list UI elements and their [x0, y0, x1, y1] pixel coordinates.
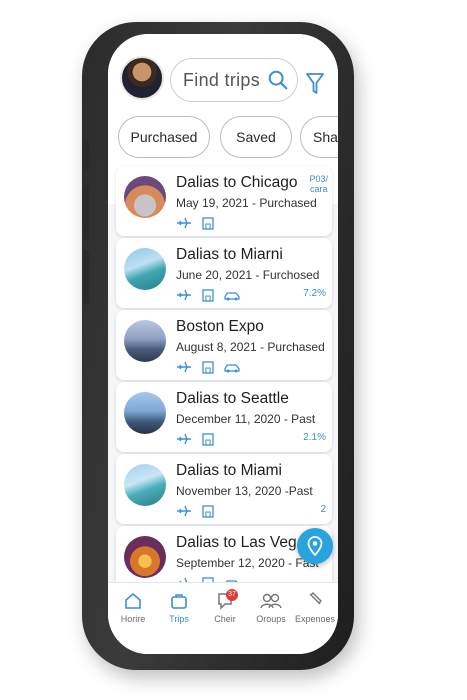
receipt-icon: [309, 592, 322, 605]
location-pin-icon: [307, 536, 323, 556]
phone-side-button: [83, 185, 89, 240]
trip-subtitle: September 12, 2020 - Fast: [176, 556, 319, 570]
flight-icon: [177, 361, 191, 373]
car-icon: [224, 292, 240, 301]
trip-subtitle: December 11, 2020 - Past: [176, 412, 316, 426]
flight-icon: [177, 217, 191, 229]
chat-badge: 37: [226, 589, 238, 601]
suitcase-icon: [171, 594, 187, 609]
trip-note: 2.1%: [303, 432, 326, 443]
hotel-icon: [202, 217, 214, 230]
hotel-icon: [202, 433, 214, 446]
chip-label: Purchased: [130, 129, 198, 145]
nav-label: Cheir: [214, 614, 236, 624]
trip-thumbnail: [124, 536, 166, 578]
chip-label: Saved: [236, 129, 276, 145]
chip-shared[interactable]: Shar: [300, 116, 338, 158]
nav-label: Horire: [120, 614, 146, 624]
chip-purchased[interactable]: Purchased: [118, 116, 210, 158]
groups-icon: [260, 593, 282, 609]
car-icon: [224, 364, 240, 373]
trip-thumbnail: [124, 248, 166, 290]
search-placeholder: Find trips: [183, 70, 261, 90]
trip-title: Dalias to Las Vegas: [176, 534, 314, 551]
nav-home[interactable]: Horire: [110, 591, 156, 624]
search-icon[interactable]: [267, 69, 289, 91]
trip-thumbnail: [124, 464, 166, 506]
map-fab-button[interactable]: [297, 528, 333, 564]
trip-note: P03/ cara: [309, 174, 328, 194]
trip-card[interactable]: Dalias to Seattle December 11, 2020 - Pa…: [116, 382, 332, 452]
hotel-icon: [202, 505, 214, 518]
trip-title: Dalias to Miarni: [176, 246, 283, 263]
hotel-icon: [202, 361, 214, 374]
trip-note: 7.2%: [303, 288, 326, 299]
flight-icon: [177, 433, 191, 445]
nav-label: Oroups: [256, 614, 286, 624]
trip-title: Dalias to Miami: [176, 462, 282, 479]
trip-card[interactable]: Dalias to Miarni June 20, 2021 - Furchos…: [116, 238, 332, 308]
flight-icon: [177, 505, 191, 517]
chip-label: Shar: [313, 129, 338, 145]
trip-title: Dalias to Seattle: [176, 390, 289, 407]
trip-subtitle: November 13, 2020 -Past: [176, 484, 313, 498]
nav-label: Expenoes: [294, 614, 336, 624]
trip-subtitle: May 19, 2021 - Purchased: [176, 196, 317, 210]
app-screen: Find trips Purchased Saved Shar Dalias t…: [108, 34, 338, 654]
nav-trips[interactable]: Trips: [156, 591, 202, 624]
phone-side-button: [83, 250, 89, 305]
trip-subtitle: August 8, 2021 - Purchased: [176, 340, 325, 354]
hotel-icon: [202, 289, 214, 302]
trip-title: Boston Expo: [176, 318, 264, 335]
trip-card[interactable]: Dalias to Chicago May 19, 2021 - Purchas…: [116, 166, 332, 236]
trip-subtitle: June 20, 2021 - Furchosed: [176, 268, 320, 282]
trip-thumbnail: [124, 176, 166, 218]
nav-expenses[interactable]: Expenoes: [292, 591, 338, 624]
trip-thumbnail: [124, 392, 166, 434]
chip-saved[interactable]: Saved: [220, 116, 292, 158]
home-icon: [125, 592, 141, 609]
trip-thumbnail: [124, 320, 166, 362]
flight-icon: [177, 289, 191, 301]
avatar[interactable]: [120, 56, 164, 100]
nav-groups[interactable]: Oroups: [248, 591, 294, 624]
phone-side-button: [83, 140, 89, 170]
bottom-nav: Horire Trips 37 Cheir Oroups Expenoes: [108, 582, 338, 654]
trip-card[interactable]: Boston Expo August 8, 2021 - Purchased: [116, 310, 332, 380]
trip-title: Dalias to Chicago: [176, 174, 298, 191]
trip-card[interactable]: Dalias to Miami November 13, 2020 -Past …: [116, 454, 332, 524]
nav-chat[interactable]: 37 Cheir: [202, 589, 248, 624]
trip-note: 2: [320, 504, 326, 515]
search-input[interactable]: Find trips: [170, 58, 298, 102]
filter-icon[interactable]: [306, 72, 324, 96]
nav-label: Trips: [169, 614, 189, 624]
